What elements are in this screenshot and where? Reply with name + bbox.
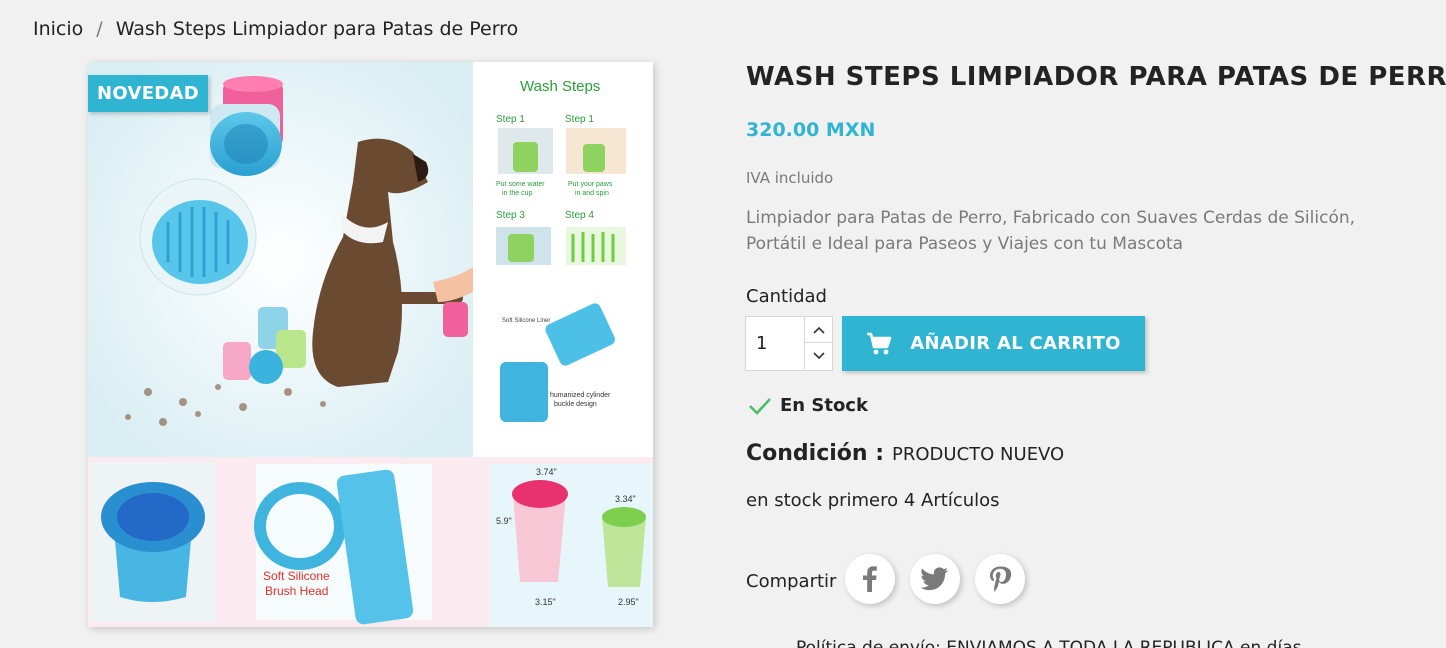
check-icon [749, 397, 771, 415]
add-to-cart-label: AÑADIR AL CARRITO [910, 333, 1121, 354]
svg-text:in the cup: in the cup [502, 190, 532, 197]
breadcrumb-separator: / [96, 18, 103, 40]
svg-text:3.34": 3.34" [615, 494, 636, 504]
svg-text:Step 4: Step 4 [565, 210, 594, 221]
breadcrumb-home-link[interactable]: Inicio [33, 18, 83, 40]
product-image[interactable]: Wash Steps Step 1 Step 1 Put some water … [88, 62, 653, 627]
product-condition: Condición : PRODUCTO NUEVO [746, 441, 1064, 466]
pinterest-share-button[interactable] [975, 554, 1025, 604]
panel-title: Wash Steps [520, 78, 600, 95]
svg-text:Step 1: Step 1 [565, 114, 594, 125]
condition-label: Condición : [746, 441, 885, 466]
svg-text:Step 1: Step 1 [496, 114, 525, 125]
stock-quantity: en stock primero 4 Artículos [746, 490, 1000, 511]
svg-text:Brush Head: Brush Head [265, 584, 328, 598]
facebook-icon [863, 566, 877, 592]
svg-text:humanized cylinder: humanized cylinder [550, 392, 611, 399]
twitter-icon [921, 567, 948, 591]
quantity-input[interactable] [746, 317, 804, 370]
svg-text:2.95": 2.95" [618, 597, 639, 607]
new-badge: NOVEDAD [88, 75, 209, 112]
product-image-collage: Wash Steps Step 1 Step 1 Put some water … [88, 62, 653, 627]
twitter-share-button[interactable] [910, 554, 960, 604]
add-to-cart-button[interactable]: AÑADIR AL CARRITO [842, 316, 1145, 371]
svg-text:in and spin: in and spin [575, 190, 609, 197]
quantity-decrease-button[interactable] [804, 343, 832, 369]
cart-icon [867, 332, 892, 354]
svg-text:Put your paws: Put your paws [568, 181, 613, 188]
pinterest-icon [990, 566, 1012, 592]
tax-note: IVA incluido [746, 169, 834, 187]
svg-text:Step 3: Step 3 [496, 210, 525, 221]
product-price: 320.00 MXN [746, 119, 876, 141]
share-label: Compartir [746, 571, 837, 592]
svg-text:Put some water: Put some water [496, 181, 545, 188]
condition-value: PRODUCTO NUEVO [892, 444, 1065, 465]
breadcrumb-current: Wash Steps Limpiador para Patas de Perro [115, 18, 519, 40]
svg-text:Soft Silicone Liner: Soft Silicone Liner [502, 318, 550, 324]
quantity-stepper [745, 316, 833, 371]
quantity-increase-button[interactable] [804, 317, 832, 343]
svg-text:Soft Silicone: Soft Silicone [263, 569, 330, 583]
chevron-down-icon [812, 352, 825, 360]
svg-text:buckle design: buckle design [554, 401, 597, 408]
stock-status: En Stock [748, 395, 868, 416]
product-description: Limpiador para Patas de Perro, Fabricado… [746, 208, 1356, 254]
product-title: WASH STEPS LIMPIADOR PARA PATAS DE PERRO [746, 62, 1446, 92]
svg-text:5.9": 5.9" [496, 516, 512, 526]
svg-text:3.15": 3.15" [535, 597, 556, 607]
quantity-label: Cantidad [746, 286, 827, 307]
stock-status-label: En Stock [780, 395, 868, 416]
breadcrumb: Inicio / Wash Steps Limpiador para Patas… [33, 18, 518, 40]
svg-text:3.74": 3.74" [536, 467, 557, 477]
chevron-up-icon [812, 326, 825, 334]
shipping-policy: Política de envío: ENVIAMOS A TODA LA RE… [796, 638, 1302, 648]
facebook-share-button[interactable] [845, 554, 895, 604]
